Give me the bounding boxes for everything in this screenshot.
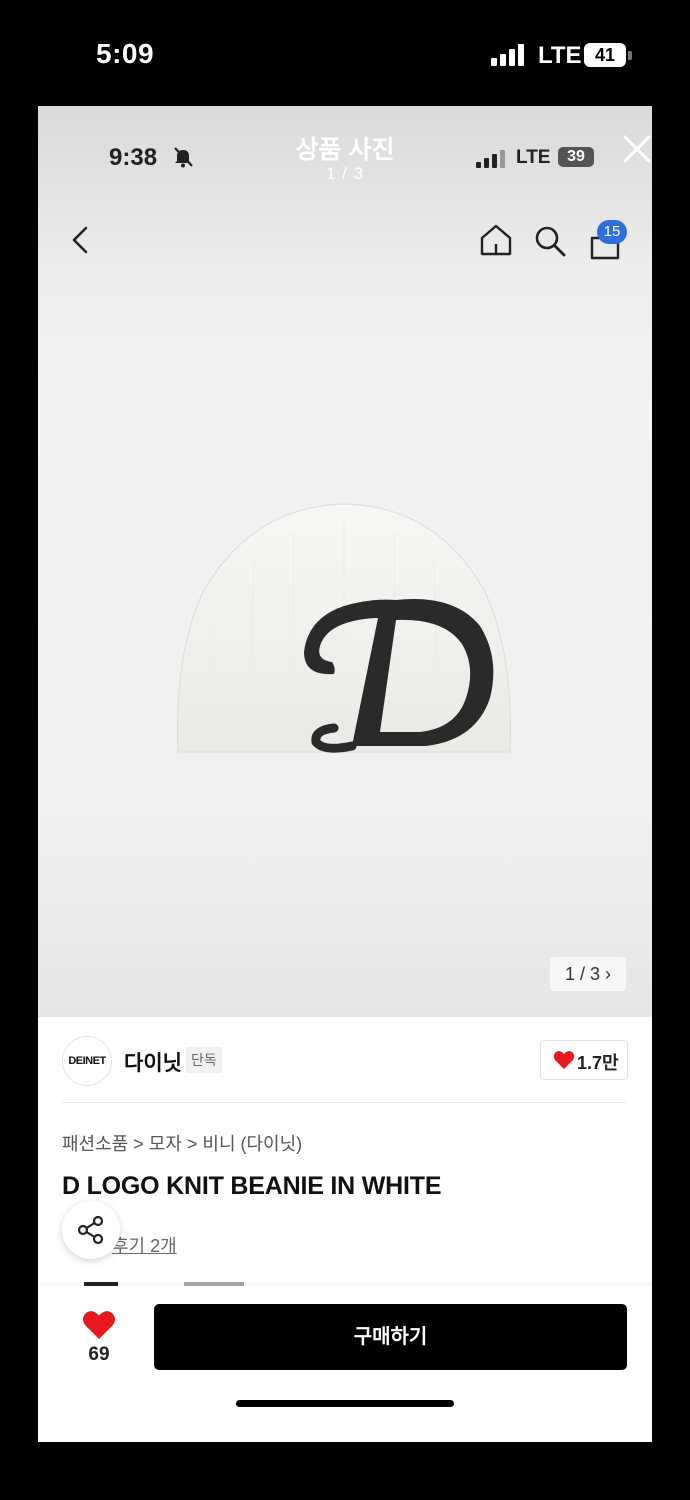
divider — [62, 1102, 626, 1103]
brand-name[interactable]: 다이닛 — [124, 1047, 182, 1077]
outer-battery-cap — [628, 51, 632, 60]
back-icon[interactable] — [68, 224, 94, 256]
wish-count: 69 — [88, 1344, 110, 1365]
home-icon[interactable] — [478, 222, 514, 258]
review-link[interactable]: 후기 2개 — [112, 1232, 177, 1258]
outer-network-label: LTE — [538, 42, 582, 69]
product-title: D LOGO KNIT BEANIE IN WHITE — [62, 1172, 442, 1200]
buy-button[interactable]: 구매하기 — [154, 1304, 627, 1370]
beanie-product-image — [177, 503, 511, 753]
inner-battery-icon: 39 — [558, 147, 594, 167]
search-icon[interactable] — [533, 224, 567, 258]
brand-like-button[interactable]: 1.7만 — [540, 1040, 628, 1080]
heart-icon — [553, 1051, 575, 1069]
inner-network-label: LTE — [516, 147, 551, 168]
signal-icon — [491, 44, 524, 66]
cart-count-badge: 15 — [597, 220, 627, 244]
close-icon[interactable] — [621, 133, 652, 165]
heart-icon[interactable] — [82, 1310, 116, 1340]
gallery-page-indicator[interactable]: 1 / 3 › — [550, 957, 626, 991]
outer-battery-icon: 41 — [584, 43, 626, 67]
category-breadcrumb[interactable]: 패션소품 > 모자 > 비니 (다이닛) — [62, 1130, 302, 1156]
inner-signal-icon — [476, 150, 505, 168]
exclusive-badge: 단독 — [186, 1047, 222, 1073]
outer-status-time: 5:09 — [96, 38, 155, 69]
bottom-purchase-bar: 69 구매하기 — [38, 1286, 652, 1442]
share-icon — [77, 1215, 104, 1245]
home-indicator — [236, 1400, 454, 1407]
brand-logo[interactable]: DEINET — [62, 1036, 112, 1086]
viewer-page-count: 1 / 3 — [325, 164, 365, 183]
product-photo-viewer[interactable]: 9:38 상품 사진 1 / 3 LTE 39 15 1 / 3 › — [38, 106, 652, 1017]
share-button[interactable] — [62, 1201, 120, 1259]
brand-like-count: 1.7만 — [577, 1053, 619, 1073]
screenshot-frame: 9:38 상품 사진 1 / 3 LTE 39 15 1 / 3 › DEINE… — [38, 106, 652, 1442]
